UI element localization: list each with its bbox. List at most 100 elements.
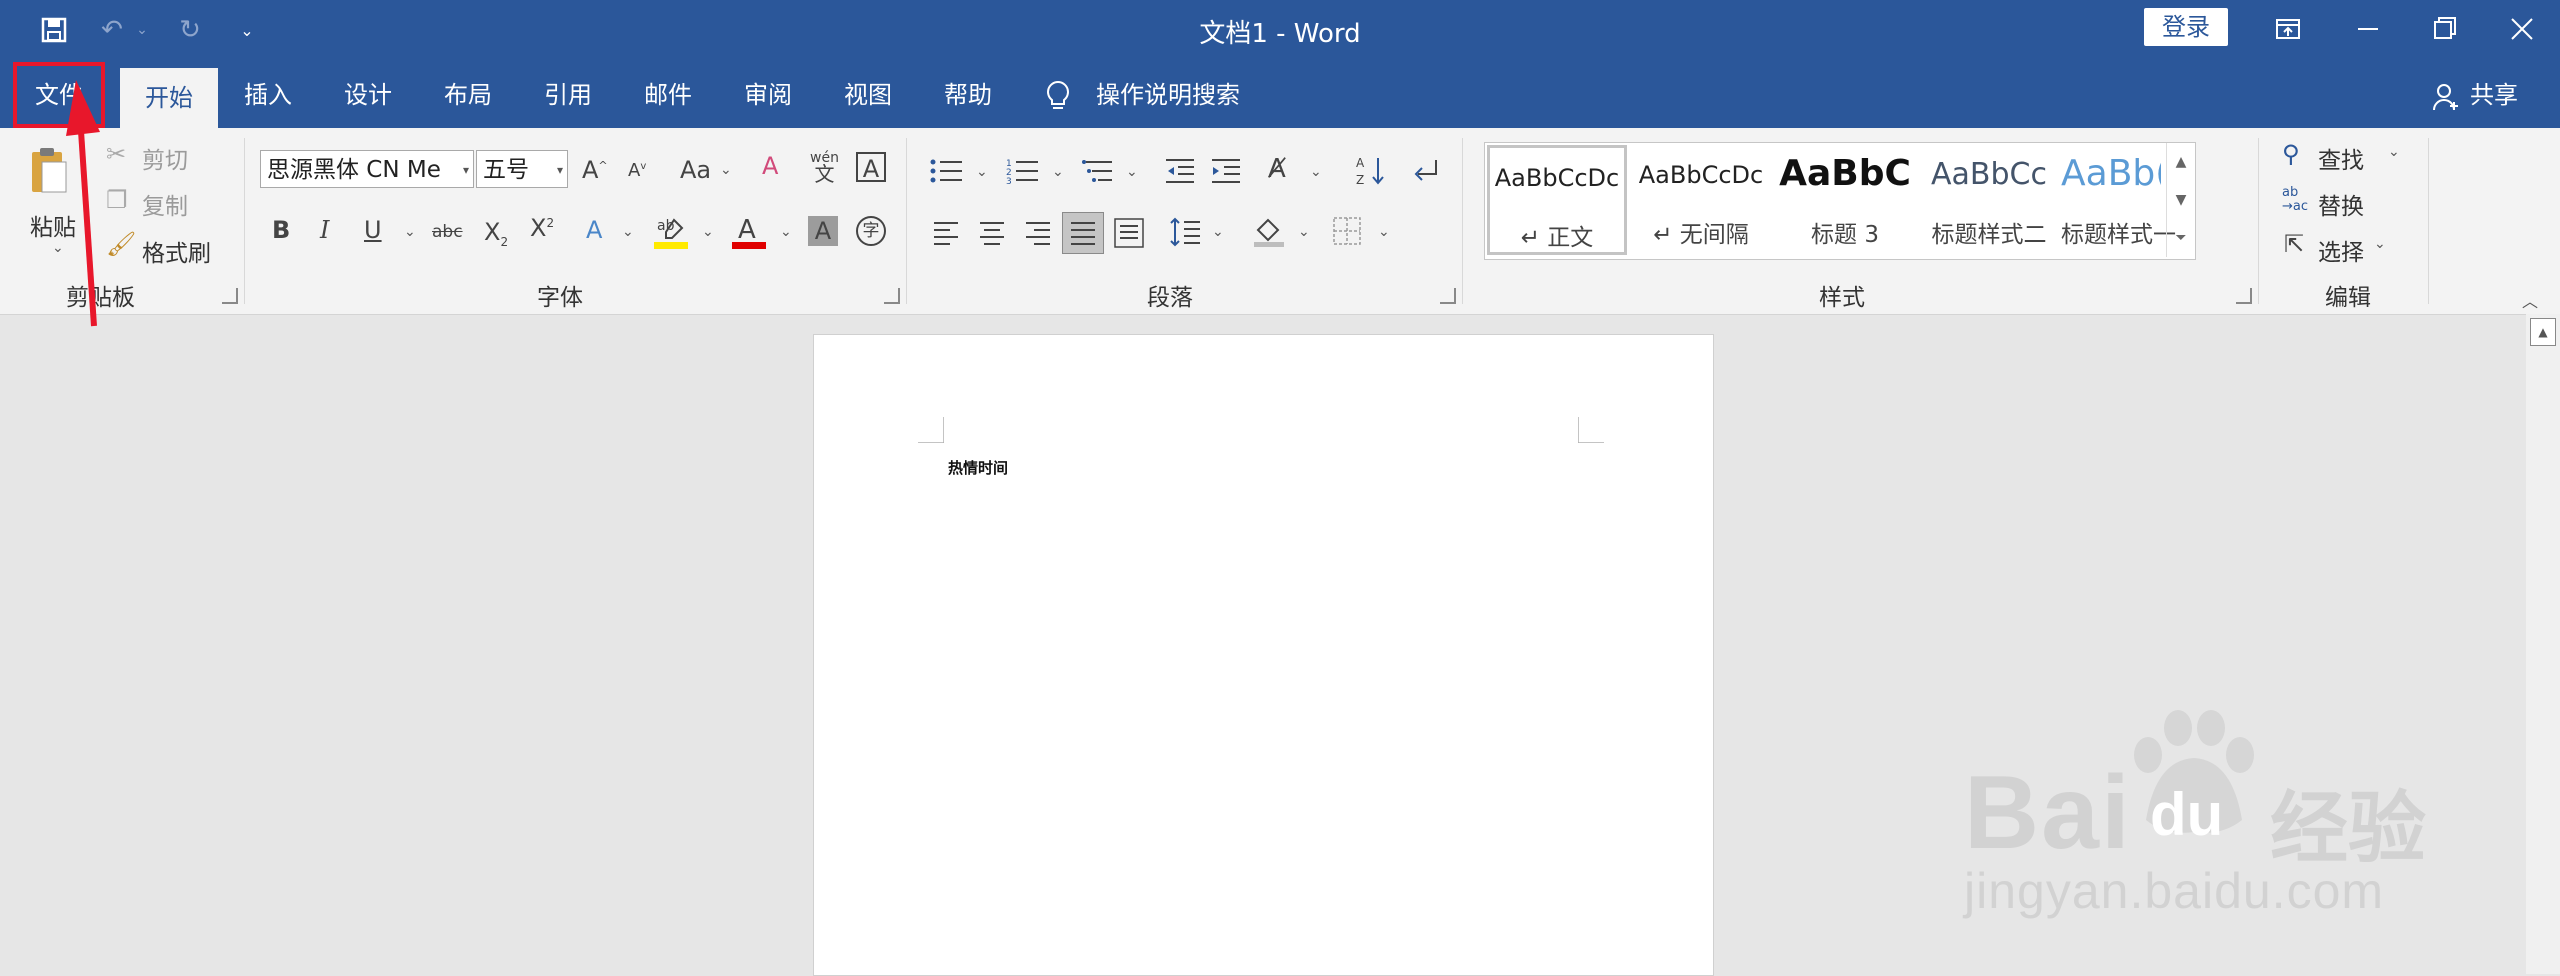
format-painter-button[interactable]: 格式刷 [142, 234, 211, 268]
borders-icon[interactable] [1332, 216, 1362, 246]
tab-review[interactable]: 审阅 [728, 62, 808, 128]
borders-dropdown-icon[interactable]: ⌄ [1378, 224, 1390, 240]
select-button[interactable]: 选择 [2318, 233, 2364, 267]
tell-me-search[interactable]: 操作说明搜索 [1096, 62, 1256, 128]
increase-indent-icon[interactable] [1210, 158, 1242, 184]
italic-icon[interactable]: I [320, 218, 329, 242]
shading-icon[interactable] [1252, 216, 1286, 248]
share-button[interactable]: 共享 [2464, 62, 2524, 128]
phonetic-guide-icon[interactable]: wén 文 [810, 150, 839, 184]
select-dropdown-icon[interactable]: ⌄ [2374, 236, 2386, 252]
font-launcher-icon[interactable] [884, 288, 900, 304]
change-case-dropdown-icon[interactable]: ⌄ [720, 162, 732, 178]
style-title-one[interactable]: AaBb( 标题样式一 [2061, 145, 2176, 255]
sort-icon[interactable]: AZ [1356, 154, 1386, 188]
style-no-spacing[interactable]: AaBbCcDc ↵ 无间隔 [1631, 145, 1771, 255]
show-formatting-marks-icon[interactable] [1410, 156, 1440, 186]
font-group-label: 字体 [537, 285, 583, 311]
tab-design[interactable]: 设计 [328, 62, 408, 128]
multilevel-list-dropdown-icon[interactable]: ⌄ [1126, 164, 1138, 180]
character-border-icon[interactable]: A [856, 152, 886, 183]
bullets-icon[interactable] [930, 158, 964, 184]
font-color-dropdown-icon[interactable]: ⌄ [780, 224, 792, 240]
multilevel-list-icon[interactable] [1082, 158, 1116, 184]
change-case-icon[interactable]: Aa [680, 158, 711, 182]
tab-insert[interactable]: 插入 [228, 62, 308, 128]
style-preview: AaBbCc [1931, 157, 2047, 192]
bold-icon[interactable]: B [272, 218, 290, 242]
login-button[interactable]: 登录 [2144, 8, 2228, 46]
font-color-icon[interactable]: A [732, 214, 766, 250]
decrease-indent-icon[interactable] [1164, 158, 1196, 184]
red-arrow-annotation [66, 80, 100, 327]
watermark-url: jingyan.baidu.com [1964, 863, 2385, 919]
gallery-scroll-up-icon[interactable]: ▲ [2166, 143, 2195, 181]
line-spacing-icon[interactable] [1170, 216, 1202, 248]
subscript-icon[interactable]: X2 [484, 220, 508, 248]
styles-launcher-icon[interactable] [2236, 288, 2252, 304]
replace-button[interactable]: 替换 [2318, 187, 2364, 221]
gallery-scroll-down-icon[interactable]: ▼ [2166, 181, 2195, 219]
distributed-icon[interactable] [1114, 218, 1144, 248]
group-separator [2258, 138, 2259, 304]
gallery-more-icon[interactable]: ⏷ [2166, 219, 2195, 257]
font-name-combo[interactable]: 思源黑体 CN Me ▾ [260, 150, 474, 188]
restore-icon[interactable] [2416, 8, 2472, 50]
underline-icon[interactable]: U [364, 218, 382, 242]
clipboard-launcher-icon[interactable] [222, 288, 238, 304]
shrink-font-icon[interactable]: Av [628, 162, 646, 180]
find-dropdown-icon[interactable]: ⌄ [2388, 144, 2400, 160]
line-spacing-dropdown-icon[interactable]: ⌄ [1212, 224, 1224, 240]
document-page[interactable]: 热情时间 [813, 334, 1714, 976]
cut-button[interactable]: 剪切 [142, 141, 188, 175]
format-painter-icon: 🖌 [106, 230, 137, 258]
tab-home[interactable]: 开始 [120, 68, 218, 128]
numbering-dropdown-icon[interactable]: ⌄ [1052, 164, 1064, 180]
tab-mailings[interactable]: 邮件 [628, 62, 708, 128]
copy-button[interactable]: 复制 [142, 187, 188, 221]
style-normal[interactable]: AaBbCcDc ↵ 正文 [1487, 145, 1627, 255]
tab-help[interactable]: 帮助 [928, 62, 1008, 128]
highlight-color-icon[interactable]: ab [654, 214, 688, 250]
align-left-icon[interactable] [932, 220, 960, 246]
vertical-scrollbar[interactable]: ▲ [2526, 314, 2560, 974]
underline-dropdown-icon[interactable]: ⌄ [404, 224, 416, 240]
bullets-dropdown-icon[interactable]: ⌄ [976, 164, 988, 180]
group-separator [906, 138, 907, 304]
character-shading-icon[interactable]: A [808, 216, 838, 246]
shading-dropdown-icon[interactable]: ⌄ [1298, 224, 1310, 240]
style-heading-3[interactable]: AaBbC 标题 3 [1775, 145, 1915, 255]
style-title-two[interactable]: AaBbCc 标题样式二 [1919, 145, 2059, 255]
enclose-characters-icon[interactable]: 字 [856, 216, 886, 246]
align-center-icon[interactable] [978, 220, 1006, 246]
tab-view[interactable]: 视图 [828, 62, 908, 128]
numbering-icon[interactable]: 123 [1006, 158, 1040, 184]
close-icon[interactable] [2494, 8, 2550, 50]
chinese-layout-dropdown-icon[interactable]: ⌄ [1310, 164, 1322, 180]
superscript-icon[interactable]: X2 [530, 216, 554, 240]
text-effects-icon[interactable]: A [586, 218, 602, 242]
font-size-combo[interactable]: 五号 ▾ [476, 150, 568, 188]
chinese-layout-icon[interactable]: Ⱥ [1268, 156, 1286, 182]
ribbon-display-options-icon[interactable] [2260, 8, 2316, 50]
align-right-icon[interactable] [1024, 220, 1052, 246]
tab-layout[interactable]: 布局 [428, 62, 508, 128]
share-person-icon[interactable] [2432, 82, 2460, 112]
minimize-icon[interactable] [2340, 8, 2396, 50]
highlight-dropdown-icon[interactable]: ⌄ [702, 224, 714, 240]
document-text[interactable]: 热情时间 [948, 457, 1008, 478]
justify-button[interactable] [1062, 212, 1104, 254]
tab-references[interactable]: 引用 [528, 62, 608, 128]
grow-font-icon[interactable]: A^ [582, 158, 608, 182]
style-name: 标题 3 [1811, 222, 1879, 248]
styles-group-label: 样式 [1819, 285, 1865, 311]
strikethrough-icon[interactable]: abc [432, 224, 463, 241]
clear-formatting-icon[interactable]: A [762, 154, 778, 178]
scroll-up-icon[interactable]: ▲ [2530, 318, 2556, 346]
text-effects-dropdown-icon[interactable]: ⌄ [622, 224, 634, 240]
margin-corner-mark [918, 417, 944, 443]
collapse-ribbon-icon[interactable]: ︿ [2522, 288, 2538, 312]
paragraph-launcher-icon[interactable] [1440, 288, 1456, 304]
find-button[interactable]: 查找 [2318, 141, 2364, 175]
svg-text:A: A [738, 215, 756, 245]
